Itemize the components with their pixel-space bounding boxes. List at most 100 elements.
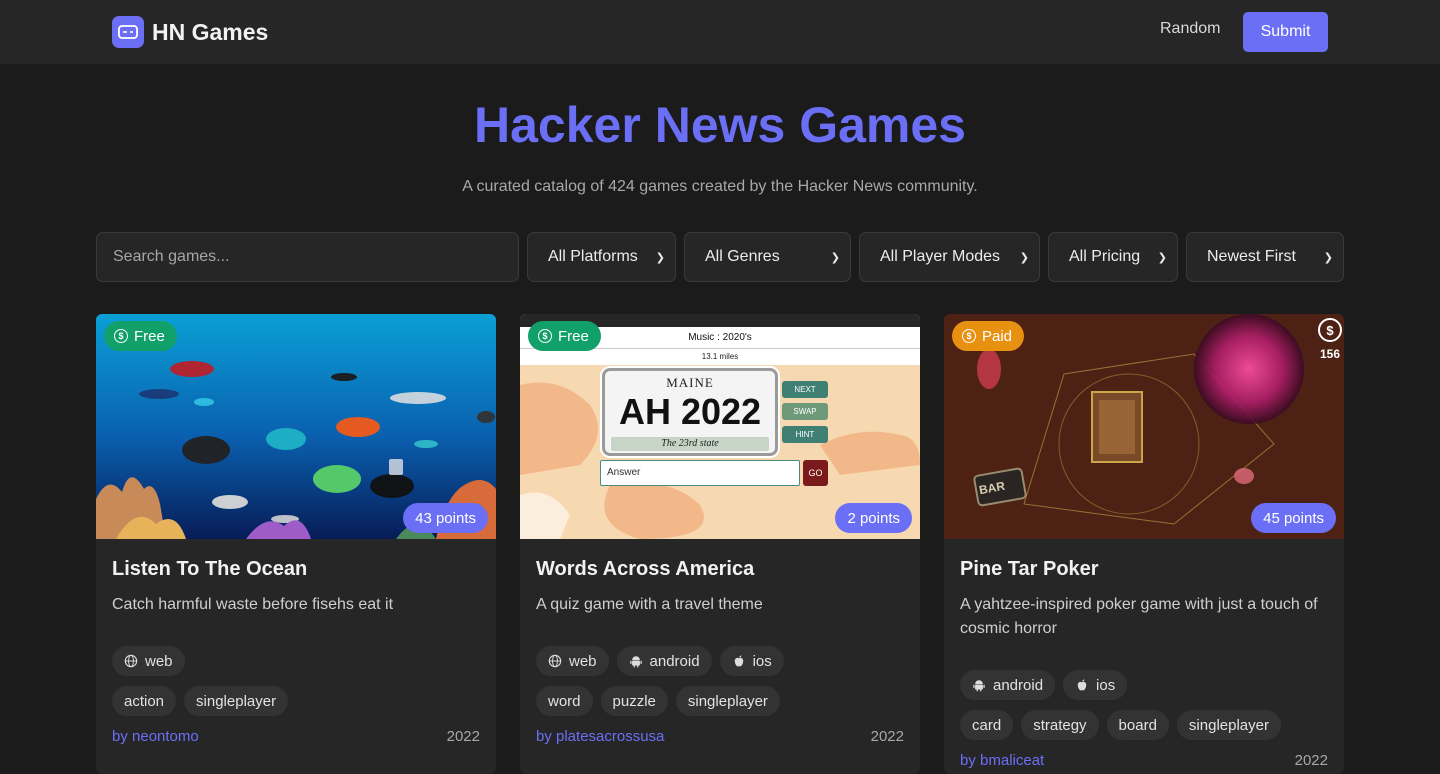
gamepad-icon <box>112 16 144 48</box>
game-description: A yahtzee-inspired poker game with just … <box>960 596 1318 637</box>
genre-tag[interactable]: singleplayer <box>1176 710 1281 740</box>
globe-icon <box>548 654 562 668</box>
dollar-icon: $ <box>962 329 976 343</box>
page-title: Hacker News Games <box>474 97 966 153</box>
platform-select-value: All Platforms <box>548 248 638 265</box>
go-button[interactable]: GO <box>803 460 828 486</box>
chevron-down-icon: ❯ <box>655 251 665 264</box>
genre-tag[interactable]: card <box>960 710 1014 740</box>
swap-label: SWAP <box>793 407 817 416</box>
dollar-icon: $ <box>538 329 552 343</box>
plate-state: MAINE <box>666 375 714 390</box>
game-card[interactable]: $ Free 43 points Listen To The Ocean Cat… <box>96 314 496 774</box>
genre-tag[interactable]: singleplayer <box>184 686 289 716</box>
next-label: NEXT <box>794 385 816 394</box>
answer-input[interactable]: Answer <box>600 460 800 486</box>
price-badge-label: Paid <box>982 327 1013 345</box>
globe-icon <box>124 654 138 668</box>
genre-tags: card strategy board singleplayer <box>960 710 1281 740</box>
points-badge: 2 points <box>835 503 912 533</box>
distance-readout: 13.1 miles <box>520 349 920 365</box>
author-link[interactable]: by neontomo <box>112 728 199 745</box>
genre-tags: word puzzle singleplayer <box>536 686 780 716</box>
game-card[interactable]: Music : 2020's 13.1 miles MAINE AH 2022 … <box>520 314 920 774</box>
platform-tag-web[interactable]: web <box>112 646 185 676</box>
price-badge-label: Free <box>134 327 165 345</box>
genre-tags: action singleplayer <box>112 686 289 716</box>
genre-tag[interactable]: board <box>1106 710 1169 740</box>
game-thumbnail[interactable]: $ Free 43 points <box>96 314 496 539</box>
submit-button[interactable]: Submit <box>1243 12 1328 52</box>
pricing-select-value: All Pricing <box>1069 248 1141 265</box>
tag-label: android <box>993 676 1044 694</box>
platform-tag-android[interactable]: android <box>616 646 712 676</box>
page-subtitle: A curated catalog of 424 games created b… <box>462 178 978 195</box>
genre-tag[interactable]: word <box>536 686 593 716</box>
platform-tags: web <box>112 646 185 676</box>
platform-tag-ios[interactable]: ios <box>1063 670 1128 700</box>
android-icon <box>629 656 642 668</box>
tag-label: ios <box>752 652 772 670</box>
tag-label: web <box>145 652 173 670</box>
tag-label: ios <box>1096 676 1116 694</box>
next-button[interactable]: NEXT <box>782 381 828 398</box>
price-badge: $ Paid <box>952 321 1025 351</box>
chevron-down-icon: ❯ <box>1019 251 1029 264</box>
apple-icon <box>1077 679 1087 691</box>
random-link[interactable]: Random <box>1160 20 1220 38</box>
brand-home-link[interactable]: HN Games <box>112 16 268 48</box>
game-description: A quiz game with a travel theme <box>536 596 763 613</box>
player-mode-select[interactable]: All Player Modes ❯ <box>859 232 1040 282</box>
svg-text:$: $ <box>1326 323 1334 338</box>
coin-count: 156 <box>1320 347 1340 361</box>
pricing-select[interactable]: All Pricing ❯ <box>1048 232 1178 282</box>
price-badge: $ Free <box>104 321 177 351</box>
platform-tags: android ios <box>960 670 1128 700</box>
game-title[interactable]: Words Across America <box>536 558 754 581</box>
top-navbar: HN Games Random Submit <box>0 0 1440 64</box>
genre-tag[interactable]: singleplayer <box>675 686 780 716</box>
dollar-icon: $ <box>114 329 128 343</box>
game-description: Catch harmful waste before fisehs eat it <box>112 596 394 613</box>
tag-label: web <box>569 652 597 670</box>
android-icon <box>973 680 985 692</box>
search-input[interactable] <box>96 232 519 282</box>
points-badge: 43 points <box>403 503 488 533</box>
platform-tags: web android ios <box>536 646 784 676</box>
game-thumbnail[interactable]: $ BAR 156 $ Paid 45 points <box>944 314 1344 539</box>
plate-number: AH 2022 <box>618 391 762 432</box>
hint-button[interactable]: HINT <box>782 426 828 443</box>
apple-icon <box>734 655 743 667</box>
author-link[interactable]: by platesacrossusa <box>536 728 664 745</box>
hint-label: HINT <box>795 430 815 439</box>
chevron-down-icon: ❯ <box>830 251 840 264</box>
player-mode-select-value: All Player Modes <box>880 248 1001 265</box>
game-thumbnail[interactable]: Music : 2020's 13.1 miles MAINE AH 2022 … <box>520 314 920 539</box>
swap-button[interactable]: SWAP <box>782 403 828 420</box>
game-title[interactable]: Pine Tar Poker <box>960 558 1099 581</box>
price-badge: $ Free <box>528 321 601 351</box>
game-card[interactable]: $ BAR 156 $ Paid 45 points Pine Tar Poke… <box>944 314 1344 774</box>
plate-caption: The 23rd state <box>611 437 769 451</box>
genre-select[interactable]: All Genres ❯ <box>684 232 851 282</box>
genre-tag[interactable]: action <box>112 686 177 716</box>
release-year: 2022 <box>870 728 904 745</box>
license-plate: MAINE AH 2022 The 23rd state <box>602 368 778 456</box>
sort-select[interactable]: Newest First ❯ <box>1186 232 1344 282</box>
tag-label: android <box>649 652 700 670</box>
chevron-down-icon: ❯ <box>1323 251 1333 264</box>
platform-select[interactable]: All Platforms ❯ <box>527 232 676 282</box>
platform-tag-android[interactable]: android <box>960 670 1056 700</box>
brand-name: HN Games <box>152 18 269 45</box>
genre-tag[interactable]: strategy <box>1021 710 1099 740</box>
genre-tag[interactable]: puzzle <box>600 686 668 716</box>
price-badge-label: Free <box>558 327 589 345</box>
release-year: 2022 <box>446 728 480 745</box>
sort-select-value: Newest First <box>1207 248 1296 265</box>
genre-select-value: All Genres <box>705 248 780 265</box>
points-badge: 45 points <box>1251 503 1336 533</box>
platform-tag-ios[interactable]: ios <box>719 646 784 676</box>
platform-tag-web[interactable]: web <box>536 646 609 676</box>
game-title[interactable]: Listen To The Ocean <box>112 558 307 581</box>
chevron-down-icon: ❯ <box>1157 251 1167 264</box>
